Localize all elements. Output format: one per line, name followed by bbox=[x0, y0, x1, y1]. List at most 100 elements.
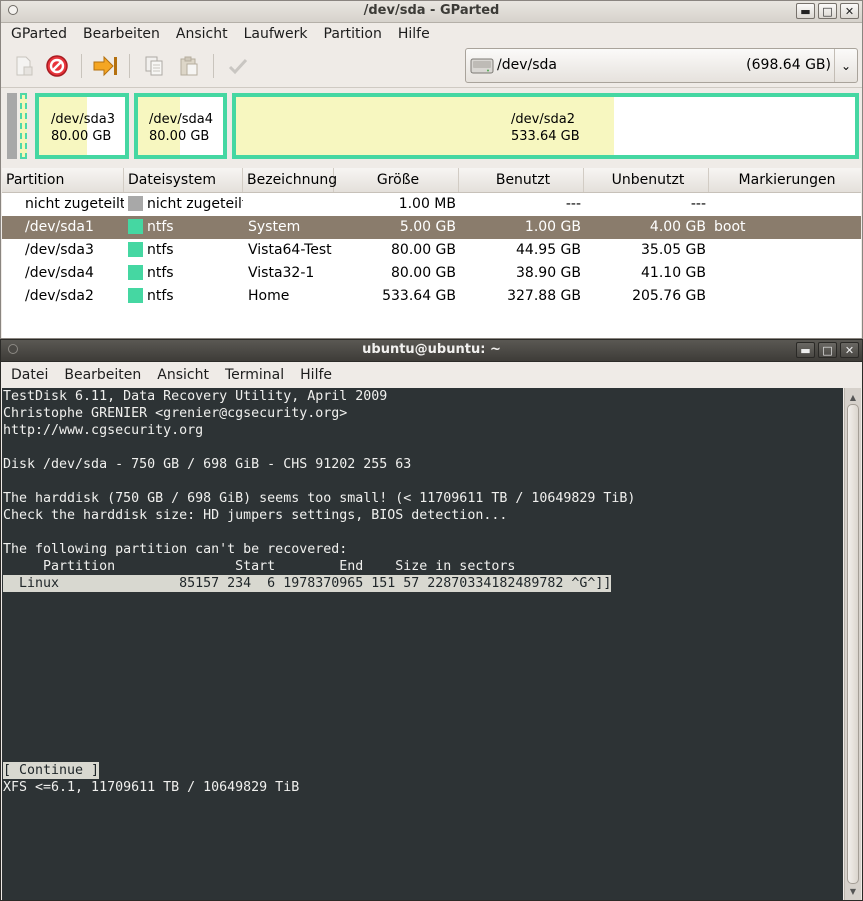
cell-used: --- bbox=[565, 196, 581, 212]
cell-partition: /dev/sda4 bbox=[25, 265, 94, 281]
delete-icon bbox=[46, 55, 68, 77]
terminal-line: The following partition can't be recover… bbox=[3, 542, 348, 557]
filesystem-name: ntfs bbox=[147, 219, 174, 235]
delete-button[interactable] bbox=[44, 53, 70, 79]
terminal-line: The harddisk (750 GB / 698 GiB) seems to… bbox=[3, 491, 636, 506]
filesystem-name: ntfs bbox=[147, 265, 174, 281]
cell-label: Home bbox=[248, 288, 290, 304]
menu-bearbeiten[interactable]: Bearbeiten bbox=[75, 26, 168, 42]
cell-filesystem: ntfs bbox=[124, 239, 243, 262]
cell-label bbox=[243, 193, 334, 216]
cell-used: 327.88 GB bbox=[507, 288, 581, 304]
cell-flags bbox=[709, 285, 861, 308]
terminal-line: http://www.cgsecurity.org bbox=[3, 423, 204, 438]
apply-icon bbox=[228, 58, 248, 75]
terminal-line: TestDisk 6.11, Data Recovery Utility, Ap… bbox=[3, 389, 388, 404]
selected-partition-line[interactable]: Linux 85157 234 6 1978370965 151 57 2287… bbox=[3, 575, 612, 592]
scroll-up-icon[interactable]: ▲ bbox=[845, 390, 861, 404]
menu-hilfe[interactable]: Hilfe bbox=[390, 26, 438, 42]
terminal-screen[interactable]: TestDisk 6.11, Data Recovery Utility, Ap… bbox=[2, 388, 843, 900]
menu-laufwerk[interactable]: Laufwerk bbox=[236, 26, 316, 42]
maximize-button[interactable]: □ bbox=[818, 342, 837, 358]
menu-ansicht[interactable]: Ansicht bbox=[149, 367, 217, 383]
maximize-icon: □ bbox=[822, 4, 833, 18]
menu-hilfe[interactable]: Hilfe bbox=[292, 367, 340, 383]
scroll-down-icon[interactable]: ▼ bbox=[845, 884, 861, 898]
cell-unused: 205.76 GB bbox=[632, 288, 706, 304]
device-selector[interactable]: /dev/sda (698.64 GB) ⌄ bbox=[465, 48, 858, 83]
column-markierungen[interactable]: Markierungen bbox=[709, 168, 861, 192]
table-row[interactable]: /dev/sda4 ntfs Vista32-1 80.00 GB 38.90 GB 41… bbox=[2, 262, 861, 285]
terminal-line: Christophe GRENIER <grenier@cgsecurity.o… bbox=[3, 406, 348, 421]
map-partition-size: 80.00 GB bbox=[51, 129, 112, 144]
toolbar-separator bbox=[81, 54, 82, 78]
continue-button[interactable]: [ Continue ] bbox=[3, 762, 100, 779]
menu-partition[interactable]: Partition bbox=[316, 26, 390, 42]
apply-button[interactable] bbox=[225, 53, 251, 79]
minimize-icon: ▬ bbox=[800, 343, 811, 357]
column-groesse[interactable]: Größe bbox=[334, 168, 459, 192]
device-label: /dev/sda bbox=[497, 57, 557, 73]
cell-used: 1.00 GB bbox=[524, 219, 581, 235]
close-button[interactable]: ✕ bbox=[840, 342, 859, 358]
terminal-titlebar[interactable]: ubuntu@ubuntu: ~ ▬ □ ✕ bbox=[1, 340, 862, 362]
table-header: Partition Dateisystem Bezeichnung Größe … bbox=[2, 168, 861, 193]
menu-gparted[interactable]: GParted bbox=[3, 26, 75, 42]
cell-size: 80.00 GB bbox=[391, 242, 456, 258]
menu-datei[interactable]: Datei bbox=[3, 367, 56, 383]
cell-label: Vista64-Test bbox=[248, 242, 332, 258]
minimize-button[interactable]: ▬ bbox=[796, 342, 815, 358]
cell-partition: /dev/sda2 bbox=[25, 288, 94, 304]
map-partition-sda2[interactable]: /dev/sda2 533.64 GB bbox=[232, 93, 859, 159]
map-partition-sda4[interactable]: /dev/sda4 80.00 GB bbox=[134, 93, 227, 159]
cell-size: 1.00 MB bbox=[398, 196, 456, 212]
maximize-button[interactable]: □ bbox=[818, 3, 837, 19]
map-unallocated[interactable] bbox=[7, 93, 17, 159]
filesystem-name: ntfs bbox=[147, 288, 174, 304]
table-row[interactable]: /dev/sda3 ntfs Vista64-Test 80.00 GB 44.95 G… bbox=[2, 239, 861, 262]
table-row[interactable]: /dev/sda1 ntfs System 5.00 GB 1.00 GB 4.00 GB… bbox=[2, 216, 861, 239]
gparted-titlebar[interactable]: /dev/sda - GParted ▬ □ ✕ bbox=[1, 1, 862, 23]
filesystem-name: ntfs bbox=[147, 242, 174, 258]
paste-button[interactable] bbox=[176, 53, 202, 79]
copy-icon bbox=[145, 56, 163, 76]
map-partition-sda3[interactable]: /dev/sda3 80.00 GB bbox=[35, 93, 129, 159]
gparted-toolbar: /dev/sda (698.64 GB) ⌄ bbox=[1, 45, 862, 88]
menu-bearbeiten[interactable]: Bearbeiten bbox=[56, 367, 149, 383]
cell-unused: --- bbox=[690, 196, 706, 212]
table-row[interactable]: nicht zugeteilt nicht zugeteilt 1.00 MB ---… bbox=[2, 193, 861, 216]
copy-button[interactable] bbox=[141, 53, 167, 79]
cell-filesystem: ntfs bbox=[124, 285, 243, 308]
cell-used: 44.95 GB bbox=[516, 242, 581, 258]
scrollbar-thumb[interactable] bbox=[847, 404, 859, 884]
cell-filesystem: ntfs bbox=[124, 262, 243, 285]
new-partition-button[interactable] bbox=[10, 53, 36, 79]
column-unbenutzt[interactable]: Unbenutzt bbox=[584, 168, 709, 192]
column-benutzt[interactable]: Benutzt bbox=[459, 168, 584, 192]
map-partition-sda1[interactable] bbox=[20, 93, 27, 159]
close-button[interactable]: ✕ bbox=[840, 3, 859, 19]
map-partition-size: 80.00 GB bbox=[149, 129, 210, 144]
cell-size: 533.64 GB bbox=[382, 288, 456, 304]
table-row[interactable]: /dev/sda2 ntfs Home 533.64 GB 327.88 GB 205.7… bbox=[2, 285, 861, 308]
chevron-down-icon: ⌄ bbox=[834, 49, 857, 82]
column-bezeichnung[interactable]: Bezeichnung bbox=[243, 168, 337, 192]
menu-ansicht[interactable]: Ansicht bbox=[168, 26, 236, 42]
resize-move-button[interactable] bbox=[92, 53, 118, 79]
menu-terminal[interactable]: Terminal bbox=[217, 367, 292, 383]
terminal-scrollbar[interactable]: ▲ ▼ bbox=[844, 388, 861, 900]
cell-filesystem: nicht zugeteilt bbox=[124, 193, 243, 216]
new-partition-icon bbox=[16, 56, 33, 76]
column-partition[interactable]: Partition bbox=[2, 168, 124, 192]
partition-table: Partition Dateisystem Bezeichnung Größe … bbox=[2, 168, 861, 338]
paste-icon bbox=[180, 56, 198, 76]
filesystem-color-swatch bbox=[128, 219, 143, 234]
partition-map: /dev/sda3 80.00 GB /dev/sda4 80.00 GB /d… bbox=[7, 91, 859, 161]
toolbar-separator bbox=[129, 54, 130, 78]
maximize-icon: □ bbox=[822, 343, 833, 357]
cell-unused: 35.05 GB bbox=[641, 242, 706, 258]
terminal-window: ubuntu@ubuntu: ~ ▬ □ ✕ Datei Bearbeiten … bbox=[0, 339, 863, 901]
column-dateisystem[interactable]: Dateisystem bbox=[124, 168, 243, 192]
gparted-window: /dev/sda - GParted ▬ □ ✕ GParted Bearbei… bbox=[0, 0, 863, 339]
minimize-button[interactable]: ▬ bbox=[796, 3, 815, 19]
